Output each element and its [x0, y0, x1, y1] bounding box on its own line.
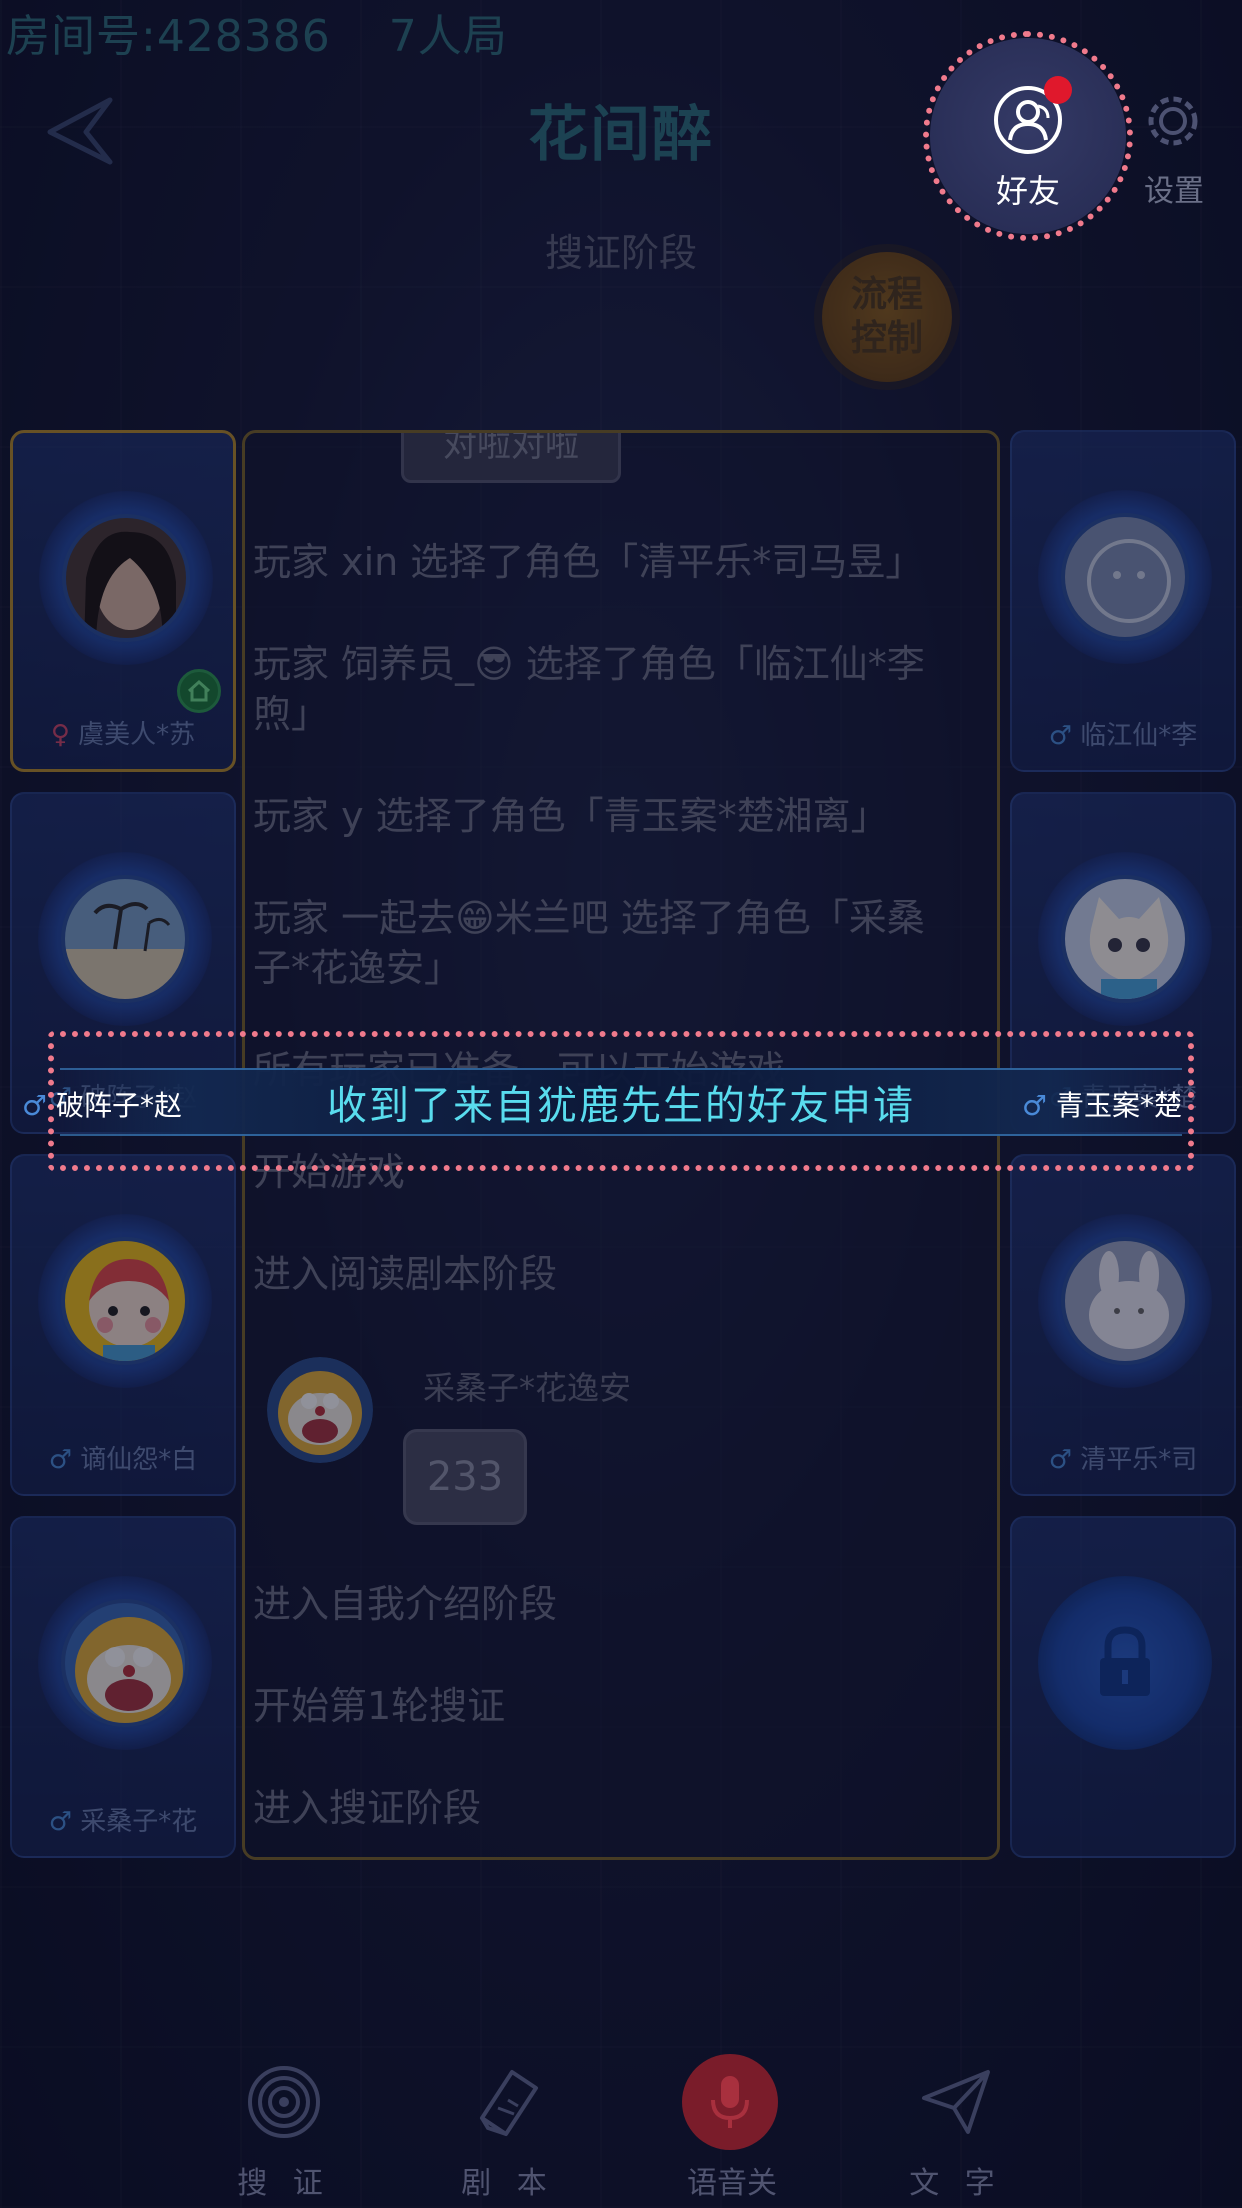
chat-bubble: 233	[403, 1429, 527, 1525]
chat-message: 玩家 xin 选择了角色「清平乐*司马昱」	[253, 540, 924, 584]
settings-button[interactable]: 设置	[1134, 86, 1214, 209]
cartoon-girl-avatar-icon	[65, 1241, 185, 1361]
avatar	[1061, 875, 1189, 1003]
lock-ring	[1038, 1576, 1212, 1750]
tab-script[interactable]: 剧 本	[428, 2050, 588, 2201]
avatar	[61, 1237, 189, 1365]
player-name: ♂ 采桑子*花	[48, 1807, 198, 1837]
avatar	[1061, 1237, 1189, 1365]
avatar	[1061, 513, 1189, 641]
avatar-ring	[39, 491, 213, 665]
player-name: ♀ 虞美人*苏	[50, 720, 196, 750]
cartoon-cat-avatar-icon	[267, 1357, 373, 1463]
avatar-ring	[38, 852, 212, 1026]
room-id: 房间号:428386	[6, 11, 331, 62]
beach-photo-avatar-icon	[65, 879, 185, 999]
sketch-avatar-icon	[1065, 517, 1185, 637]
avatar	[62, 514, 190, 642]
gender-icon: ♂	[48, 1445, 73, 1475]
toast-text: 收到了来自犹鹿先生的好友申请	[327, 1083, 915, 1129]
tab-voice[interactable]: 语音关	[652, 2050, 812, 2201]
friends-button[interactable]: 好友	[930, 38, 1126, 234]
tab-label: 语音关	[687, 2166, 777, 2201]
gender-icon: ♂	[1048, 721, 1073, 751]
chat-message: 玩家 饲养员_😎 选择了角色「临江仙*李煦」	[253, 642, 925, 736]
voice-toggle[interactable]	[682, 2054, 778, 2150]
lock-icon	[1100, 1626, 1150, 1696]
locked-seat-card[interactable]	[1010, 1516, 1236, 1858]
player-card[interactable]: ♂ 采桑子*花	[10, 1516, 236, 1858]
toast-right-player-name: ♂ 青玉案*楚	[1022, 1089, 1183, 1122]
avatar-ring	[1038, 852, 1212, 1026]
player-card[interactable]: ♂ 谪仙怨*白	[10, 1154, 236, 1496]
chat-message: 进入阅读剧本阶段	[253, 1252, 558, 1296]
chat-sender-name: 采桑子*花逸安	[423, 1369, 632, 1407]
chat-sender-avatar[interactable]	[267, 1357, 373, 1463]
avatar-ring	[1038, 490, 1212, 664]
gender-icon: ♂	[1048, 1445, 1073, 1475]
player-name: ♂ 谪仙怨*白	[48, 1445, 198, 1475]
avatar	[61, 1599, 189, 1727]
room-info: 房间号:428386 7人局	[6, 0, 566, 62]
avatar-ring	[38, 1576, 212, 1750]
player-name: ♂ 临江仙*李	[1048, 721, 1198, 751]
tab-label: 剧 本	[461, 2166, 555, 2201]
tab-label: 搜 证	[237, 2166, 331, 2201]
chat-tag: 对啦对啦	[401, 433, 621, 483]
player-card[interactable]: ♀ 虞美人*苏	[10, 430, 236, 772]
avatar	[61, 875, 189, 1003]
photo-avatar-icon	[66, 518, 186, 638]
toast-left-player-name: ♂ 破阵子*赵	[22, 1089, 183, 1122]
friends-label: 好友	[995, 172, 1060, 210]
cartoon-cat-avatar-icon	[65, 1603, 185, 1723]
send-text-icon	[922, 2070, 990, 2134]
fingerprint-icon	[248, 2066, 320, 2138]
player-name: ♂ 清平乐*司	[1048, 1445, 1198, 1475]
flow-control-button[interactable]: 流程控制	[822, 252, 952, 382]
cartoon-white-cat-avatar-icon	[1065, 879, 1185, 999]
friend-request-toast[interactable]: 收到了来自犹鹿先生的好友申请	[60, 1068, 1182, 1136]
gender-icon: ♀	[50, 720, 70, 750]
chat-message: 玩家 一起去😁米兰吧 选择了角色「采桑子*花逸安」	[253, 896, 925, 990]
chat-message: 开始第1轮搜证	[253, 1684, 506, 1728]
tab-evidence[interactable]: 搜 证	[204, 2050, 364, 2201]
notification-dot	[1044, 76, 1072, 104]
avatar-ring	[38, 1214, 212, 1388]
gear-icon	[1148, 96, 1198, 146]
avatar-ring	[1038, 1214, 1212, 1388]
chat-message: 进入搜证阶段	[253, 1786, 482, 1830]
chat-panel: 对啦对啦 玩家 xin 选择了角色「清平乐*司马昱」 玩家 饲养员_😎 选择了角…	[242, 430, 1000, 1860]
tab-text[interactable]: 文 字	[876, 2050, 1036, 2201]
bottom-tab-bar: 搜 证 剧 本 语音关 文 字	[180, 2050, 1080, 2201]
settings-label: 设置	[1144, 174, 1204, 209]
chat-message: 玩家 y 选择了角色「青玉案*楚湘离」	[253, 794, 889, 838]
chat-message: 进入自我介绍阶段	[253, 1582, 558, 1626]
host-icon	[177, 669, 221, 713]
gender-icon: ♂	[48, 1807, 73, 1837]
phase-label: 搜证阶段	[544, 231, 697, 275]
room-mode: 7人局	[388, 11, 508, 62]
microphone-icon	[711, 2076, 749, 2128]
chat-message: 开始游戏	[253, 1150, 406, 1194]
player-card[interactable]: ♂ 临江仙*李	[1010, 430, 1236, 772]
tab-label: 文 字	[909, 2166, 1003, 2201]
script-book-icon	[480, 2070, 538, 2136]
player-card[interactable]: ♂ 清平乐*司	[1010, 1154, 1236, 1496]
sketch-bunny-avatar-icon	[1065, 1241, 1185, 1361]
